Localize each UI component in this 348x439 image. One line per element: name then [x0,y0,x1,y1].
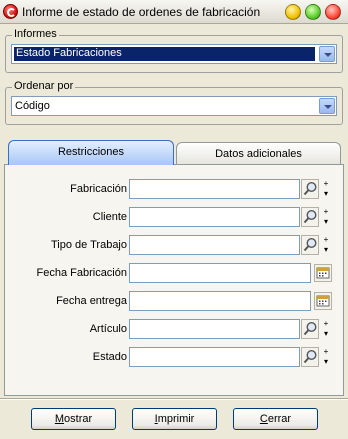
field-input[interactable] [129,179,300,199]
app-icon[interactable] [3,4,18,19]
ordenar-label: Ordenar por [12,80,76,92]
search-icon[interactable] [301,319,319,339]
informes-group: Informes Estado Fabricaciones [5,28,343,73]
imprimir-label: mprimir [157,413,195,425]
field-label: Fecha entrega [56,295,127,307]
mostrar-button[interactable]: Mostrar [31,408,116,430]
informes-label: Informes [12,28,59,40]
field-row: Fecha Fabricación [5,263,345,283]
calendar-icon[interactable] [314,292,332,310]
title-bar[interactable]: Informe de estado de ordenes de fabricac… [0,0,348,24]
imprimir-button[interactable]: Imprimir [132,408,217,430]
ordenar-value: Código [15,100,50,112]
down-arrow-icon[interactable]: ▾ [320,329,332,339]
field-label: Fecha Fabricación [36,267,128,279]
search-icon[interactable] [301,235,319,255]
field-input[interactable] [129,207,300,227]
ordenar-group: Ordenar por Código [5,80,343,125]
plus-icon[interactable]: + [320,235,332,245]
tab-datos-adicionales[interactable]: Datos adicionales [176,142,341,164]
field-input[interactable] [129,291,311,311]
restricciones-panel: Fabricación + ▾ Cliente + ▾ Tipo de Trabajo + ▾ F… [4,164,344,396]
field-label: Tipo de Trabajo [50,239,127,251]
down-arrow-icon[interactable]: ▾ [320,357,332,367]
spin-buttons[interactable]: + ▾ [320,347,332,367]
search-icon[interactable] [301,207,319,227]
cerrar-label: errar [267,413,292,425]
field-row: Cliente + ▾ [5,207,345,227]
ordenar-select[interactable]: Código [11,96,337,116]
field-input[interactable] [129,319,300,339]
footer-divider [0,398,348,400]
field-input[interactable] [129,263,311,283]
informes-value: Estado Fabricaciones [14,47,315,61]
field-row: Fabricación + ▾ [5,179,345,199]
down-arrow-icon[interactable]: ▾ [320,189,332,199]
search-icon[interactable] [301,347,319,367]
cerrar-accel: C [259,413,268,425]
dropdown-arrow-icon[interactable] [319,46,335,62]
tab-restricciones[interactable]: Restricciones [8,140,174,165]
field-label: Cliente [92,211,127,223]
field-row: Artículo + ▾ [5,319,345,339]
window-title: Informe de estado de ordenes de fabricac… [22,5,261,19]
spin-buttons[interactable]: + ▾ [320,179,332,199]
cerrar-button[interactable]: Cerrar [233,408,318,430]
mostrar-accel: M [54,413,65,425]
spin-buttons[interactable]: + ▾ [320,319,332,339]
minimize-button[interactable] [285,4,301,20]
plus-icon[interactable]: + [320,347,332,357]
plus-icon[interactable]: + [320,207,332,217]
field-row: Estado + ▾ [5,347,345,367]
field-input[interactable] [129,347,300,367]
field-row: Tipo de Trabajo + ▾ [5,235,345,255]
field-row: Fecha entrega [5,291,345,311]
search-icon[interactable] [301,179,319,199]
maximize-button[interactable] [305,4,321,20]
plus-icon[interactable]: + [320,179,332,189]
down-arrow-icon[interactable]: ▾ [320,245,332,255]
mostrar-label: ostrar [64,413,93,425]
field-input[interactable] [129,235,300,255]
field-label: Estado [92,351,127,363]
spin-buttons[interactable]: + ▾ [320,235,332,255]
dropdown-arrow-icon[interactable] [319,98,335,114]
down-arrow-icon[interactable]: ▾ [320,217,332,227]
close-button[interactable] [325,4,341,20]
field-label: Fabricación [70,183,127,195]
informes-select[interactable]: Estado Fabricaciones [11,44,337,64]
spin-buttons[interactable]: + ▾ [320,207,332,227]
plus-icon[interactable]: + [320,319,332,329]
calendar-icon[interactable] [314,264,332,282]
field-label: Artículo [89,323,127,335]
